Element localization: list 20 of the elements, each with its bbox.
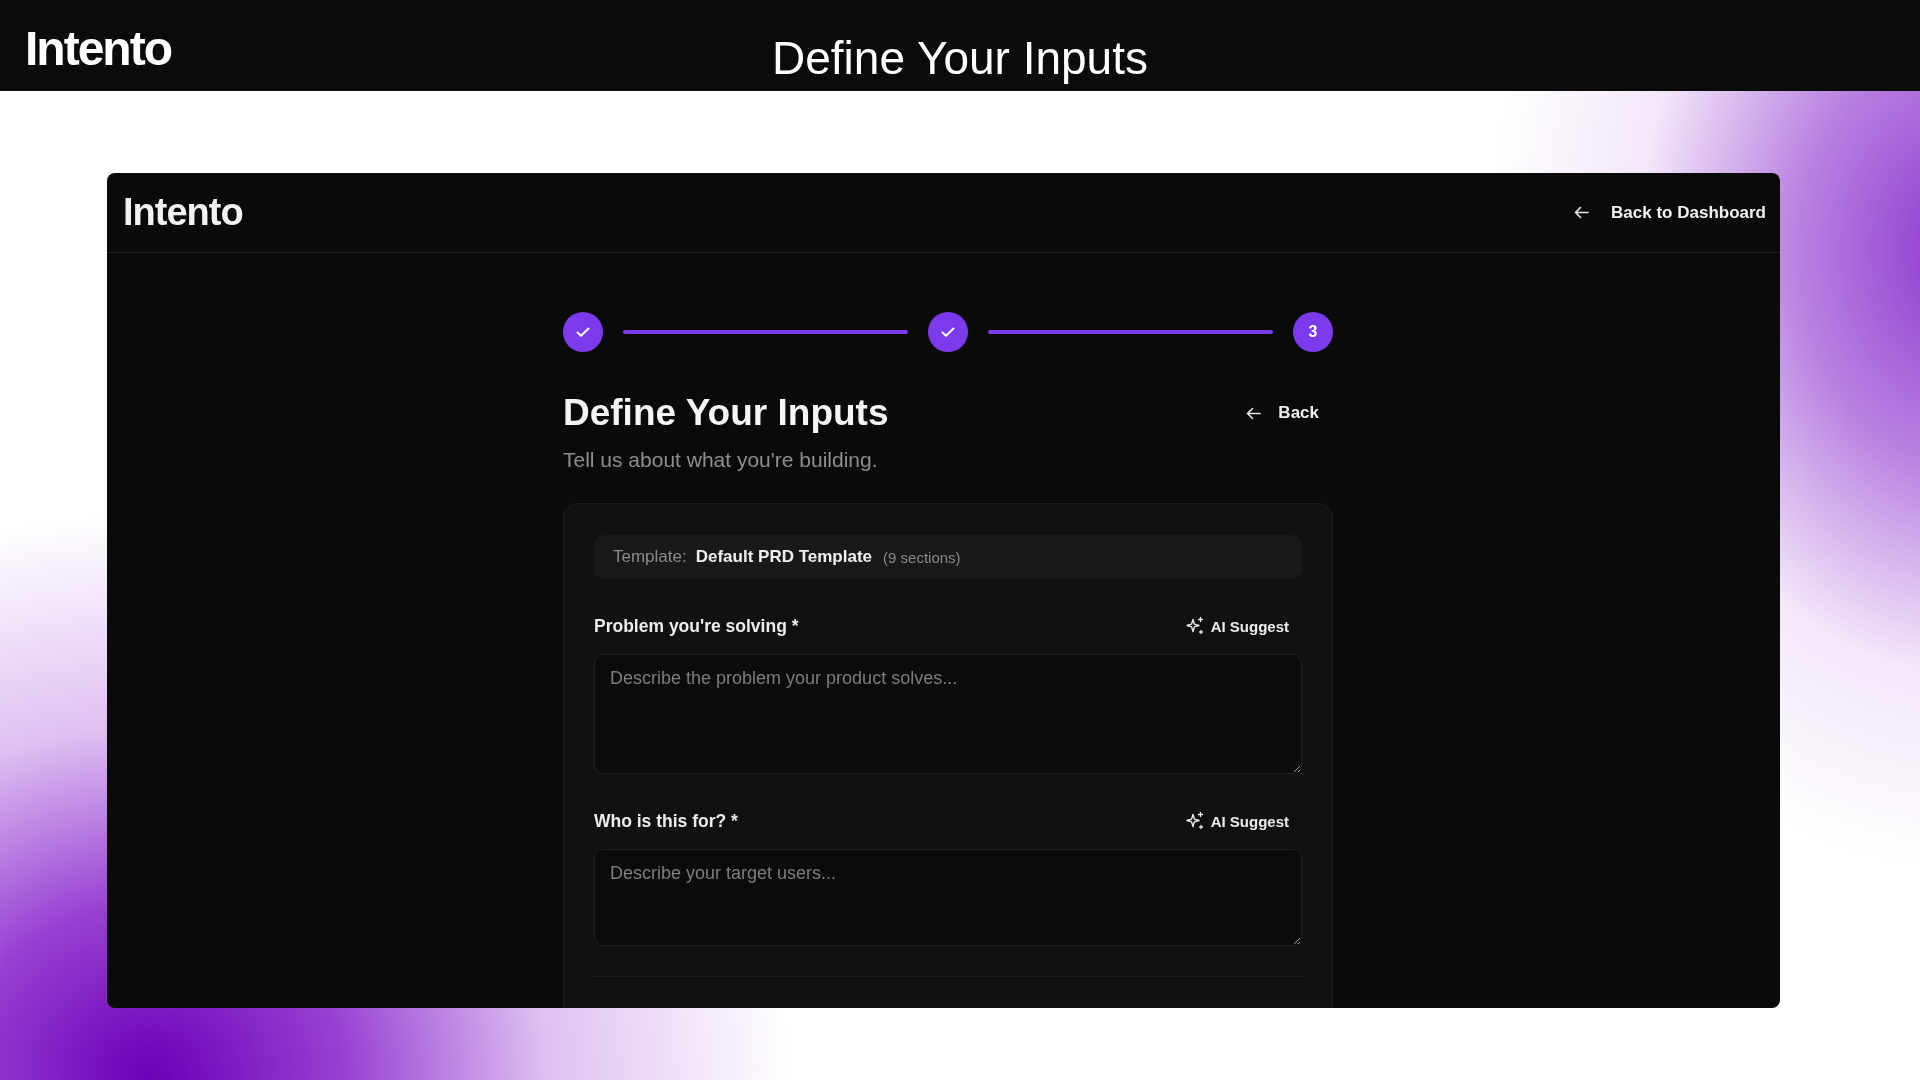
page-subtitle: Tell us about what you're building. xyxy=(563,448,879,472)
template-name: Default PRD Template xyxy=(695,547,873,567)
template-label: Template: xyxy=(613,547,687,567)
ai-suggest-button[interactable]: AI Suggest xyxy=(1180,808,1302,834)
section-count: (9 sections) xyxy=(883,548,961,566)
back-button[interactable]: Back xyxy=(1232,397,1333,429)
logo: Intento xyxy=(123,191,243,234)
step-number: 3 xyxy=(1293,312,1333,352)
arrow-left-icon xyxy=(1246,406,1262,420)
back-to-dashboard-link[interactable]: Back to Dashboard xyxy=(1574,202,1766,223)
text-area-field[interactable]: Describe the problem your product solves... xyxy=(594,654,1302,774)
field-label: Problem you're solving * xyxy=(594,615,799,637)
ai-suggest-button[interactable]: AI Suggest xyxy=(1180,613,1302,639)
page-title: Define Your Inputs xyxy=(563,391,889,435)
arrow-left-icon xyxy=(1574,206,1590,219)
logo: Intento xyxy=(25,25,171,73)
field-label: Who is this for? * xyxy=(594,810,738,832)
sparkle-icon xyxy=(1184,811,1205,831)
text-area-field[interactable]: Describe your target users... xyxy=(594,849,1302,946)
sparkle-icon xyxy=(1184,616,1205,636)
